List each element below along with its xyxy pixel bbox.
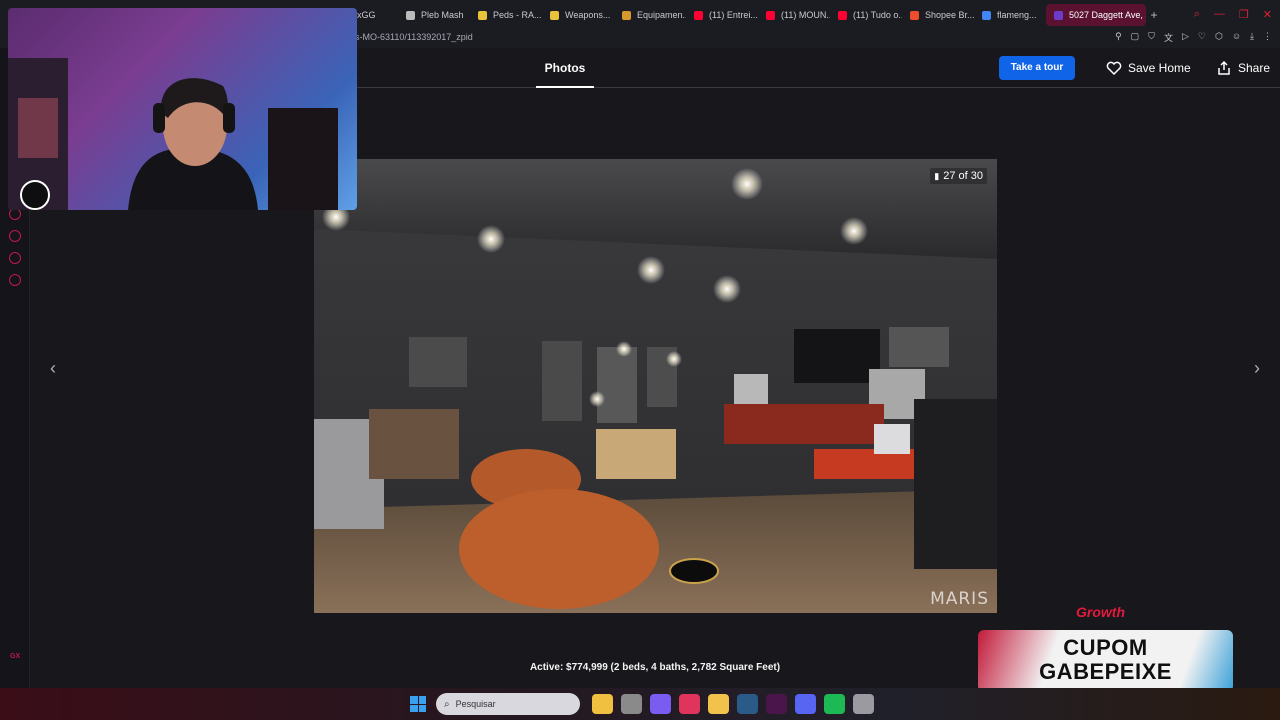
- extensions-icon[interactable]: ⬡: [1215, 31, 1223, 44]
- browser-tab[interactable]: Pleb Mash: [398, 4, 470, 26]
- copilot-icon[interactable]: [650, 694, 671, 714]
- minimize-button[interactable]: —: [1214, 8, 1225, 21]
- translate-icon[interactable]: 文: [1164, 31, 1173, 44]
- shield-icon[interactable]: ⛉: [1148, 31, 1155, 44]
- take-tour-button[interactable]: Take a tour: [999, 56, 1075, 80]
- windows-taskbar: ⌕ Pesquisar: [0, 688, 1280, 720]
- tab-label: Weapons...: [565, 10, 611, 20]
- browser-tab[interactable]: (11) Tudo o...: [830, 4, 902, 26]
- maximize-button[interactable]: ❐: [1239, 8, 1249, 21]
- discord-icon[interactable]: [795, 694, 816, 714]
- share-icon: [1218, 60, 1230, 75]
- coupon-line-2: GABEPEIXE: [1039, 659, 1172, 684]
- tab-favicon-icon: [550, 10, 559, 20]
- browser-tab[interactable]: Peds - RA...: [470, 4, 542, 26]
- coupon-line-1: CUPOM: [1063, 635, 1148, 660]
- tab-label: Shopee Br...: [925, 10, 974, 20]
- url-field[interactable]: s-MO-63110/113392017_zpid: [355, 32, 473, 42]
- play-icon[interactable]: ▷: [1182, 31, 1189, 44]
- tab-label: (11) Entrei...: [709, 10, 758, 20]
- heart-icon: [1106, 61, 1122, 75]
- tab-favicon-icon: [982, 10, 991, 20]
- avatar-app-icon[interactable]: [621, 694, 642, 714]
- tab-favicon-icon: [622, 10, 631, 20]
- photo-counter: ▮ 27 of 30: [930, 168, 987, 184]
- stream-logo-icon: [20, 180, 50, 210]
- spotify-icon[interactable]: [824, 694, 845, 714]
- chrome-icon[interactable]: [853, 694, 874, 714]
- tab-active[interactable]: 5027 Daggett Ave, S...: [1046, 4, 1146, 26]
- menu-icon[interactable]: ⋮: [1263, 31, 1272, 44]
- tab-favicon-icon: [766, 10, 775, 20]
- tab-favicon-icon: [406, 10, 415, 20]
- sponsor-brand: Growth: [1076, 604, 1125, 620]
- heart-icon[interactable]: ♡: [1198, 31, 1206, 44]
- taskbar-apps: [592, 694, 874, 714]
- photo-counter-label: 27 of 30: [943, 170, 983, 182]
- window-controls: ⌕ — ❐ ✕: [1194, 8, 1272, 21]
- tab-favicon-icon: [478, 10, 487, 20]
- sidebar-brand: GX: [10, 653, 21, 660]
- webcam-feed-image: [8, 58, 338, 210]
- browser-tab[interactable]: (11) Entrei...: [686, 4, 758, 26]
- browser-tab[interactable]: (11) MOUN...: [758, 4, 830, 26]
- tab-label: (11) Tudo o...: [853, 10, 902, 20]
- sidebar-extensions-icon[interactable]: [9, 252, 21, 264]
- sidebar-history-icon[interactable]: [9, 230, 21, 242]
- tab-photos[interactable]: Photos: [536, 48, 594, 88]
- save-home-button[interactable]: Save Home: [1106, 56, 1191, 80]
- tab-label: Equipamen...: [637, 10, 686, 20]
- save-home-label: Save Home: [1128, 61, 1191, 75]
- slack-icon[interactable]: [766, 694, 787, 714]
- search-placeholder: Pesquisar: [455, 699, 496, 709]
- tab-label: Peds - RA...: [493, 10, 542, 20]
- snapshot-icon[interactable]: ▢: [1131, 31, 1140, 44]
- file-explorer-icon[interactable]: [592, 694, 613, 714]
- browser-tab[interactable]: Shopee Br...: [902, 4, 974, 26]
- studio-photo-image: [314, 159, 997, 613]
- listing-caption: Active: $774,999 (2 beds, 4 baths, 2,782…: [529, 662, 781, 673]
- tab-label: (11) MOUN...: [781, 10, 830, 20]
- tab-favicon-icon: [910, 10, 919, 20]
- streamer-webcam-overlay: [8, 8, 357, 210]
- share-button[interactable]: Share: [1216, 56, 1270, 80]
- download-icon[interactable]: ⤓: [1250, 31, 1254, 44]
- camera-icon: ▮: [934, 170, 940, 181]
- search-tabs-icon[interactable]: ⌕: [1194, 8, 1200, 21]
- share-label: Share: [1238, 61, 1271, 75]
- screen: kick.com/...(11) YouTu...(11) YouTu...(1…: [0, 0, 1280, 720]
- profile-icon[interactable]: ☺: [1232, 31, 1241, 44]
- tab-favicon-icon: [838, 10, 847, 20]
- taskbar-search-input[interactable]: ⌕ Pesquisar: [436, 693, 580, 715]
- browser-tab[interactable]: Equipamen...: [614, 4, 686, 26]
- start-button[interactable]: [410, 696, 426, 712]
- steam-icon[interactable]: [737, 694, 758, 714]
- new-tab-button[interactable]: +: [1146, 8, 1162, 22]
- sponsor-badge: Growth CUPOM GABEPEIXE: [978, 604, 1234, 692]
- previous-photo-button[interactable]: ‹: [41, 357, 65, 381]
- folder-icon[interactable]: [708, 694, 729, 714]
- tab-favicon-icon: [694, 10, 703, 20]
- active-tab-favicon-icon: [1054, 10, 1063, 20]
- tab-label: Pleb Mash: [421, 10, 464, 20]
- coupon-box: CUPOM GABEPEIXE: [978, 630, 1233, 692]
- next-photo-button[interactable]: ›: [1245, 357, 1269, 381]
- sidebar-settings-icon[interactable]: [9, 274, 21, 286]
- opera-gx-icon[interactable]: [679, 694, 700, 714]
- search-icon: ⌕: [444, 698, 450, 710]
- close-button[interactable]: ✕: [1263, 8, 1272, 21]
- browser-tab[interactable]: flameng...: [974, 4, 1046, 26]
- listing-photo: ▮ 27 of 30 MARIS: [314, 159, 997, 613]
- tab-label: flameng...: [997, 10, 1037, 20]
- tab-label: 5027 Daggett Ave, S...: [1069, 10, 1146, 20]
- toolbar-icons: ⚲ ▢ ⛉ 文 ▷ ♡ ⬡ ☺ ⤓ ⋮: [1115, 31, 1272, 44]
- pin-icon[interactable]: ⚲: [1115, 31, 1122, 44]
- browser-tab[interactable]: Weapons...: [542, 4, 614, 26]
